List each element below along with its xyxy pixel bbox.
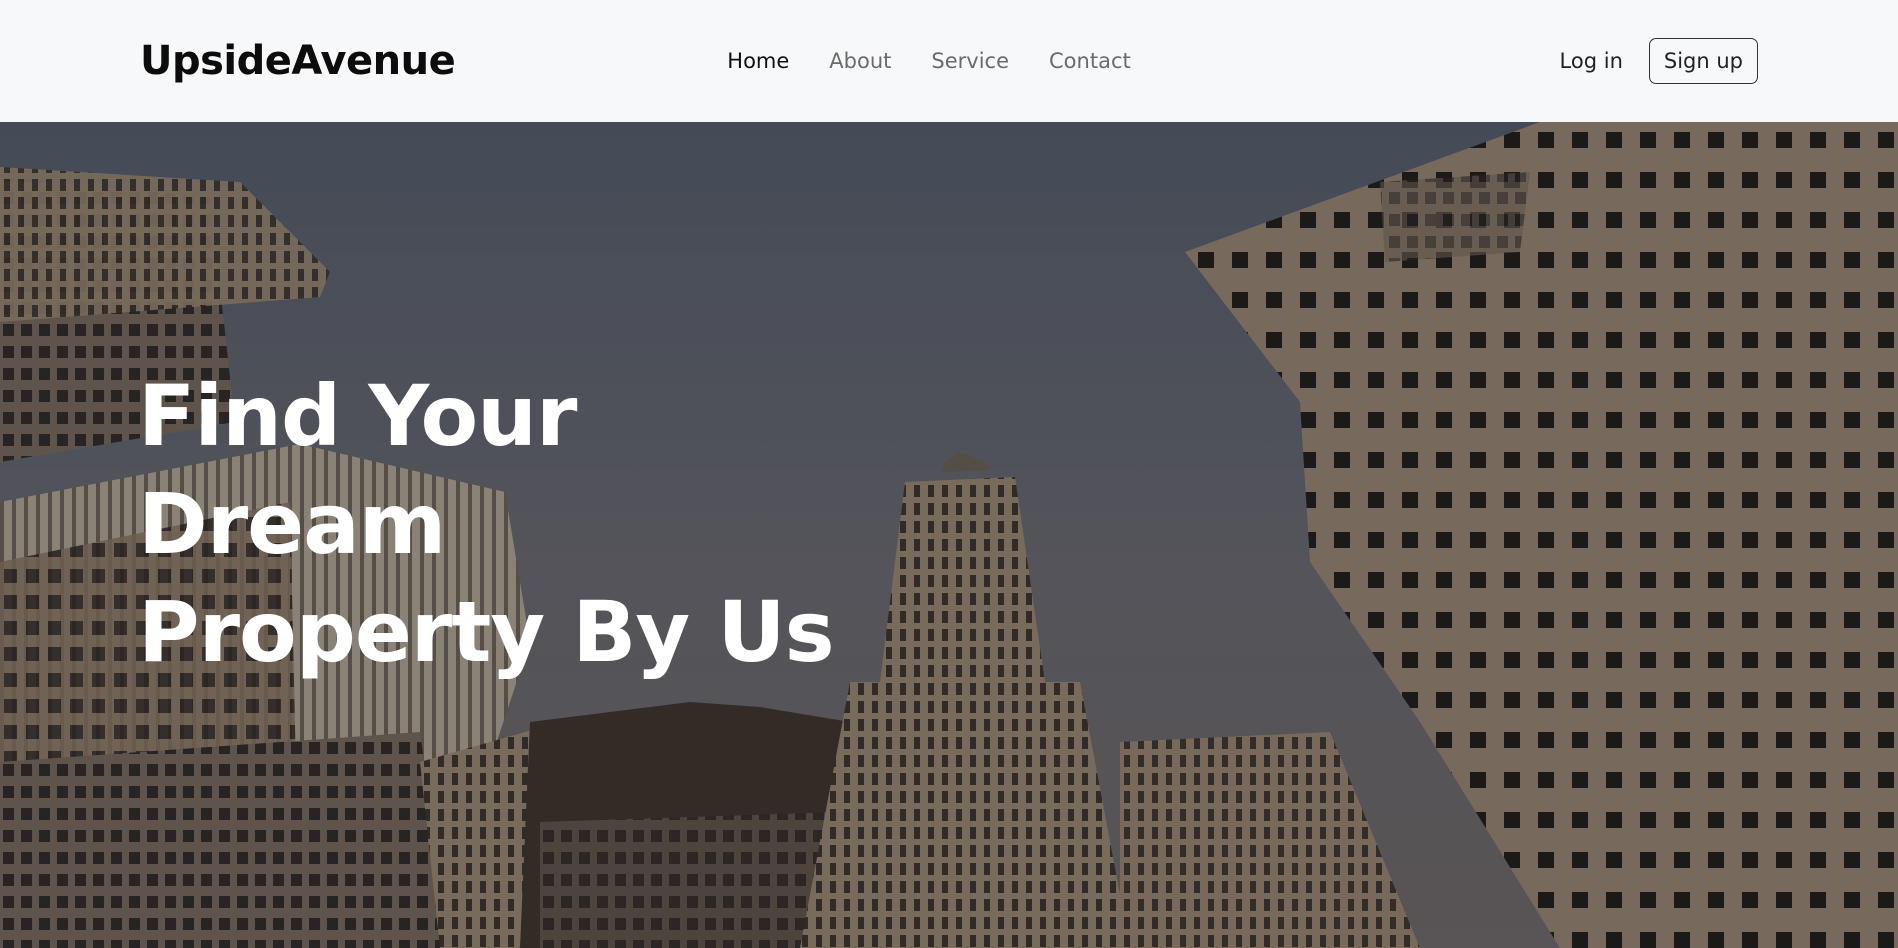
- signup-button[interactable]: Sign up: [1648, 38, 1758, 84]
- hero-title-line-1: Find Your Dream: [138, 367, 577, 573]
- nav-link-home[interactable]: Home: [727, 49, 789, 73]
- main-nav: Home About Service Contact: [727, 49, 1130, 73]
- login-link[interactable]: Log in: [1560, 49, 1623, 73]
- nav-link-contact[interactable]: Contact: [1049, 49, 1131, 73]
- hero-title-line-2: Property By Us: [138, 583, 835, 681]
- top-navbar: UpsideAvenue Home About Service Contact …: [0, 0, 1898, 122]
- brand-logo[interactable]: UpsideAvenue: [140, 38, 560, 84]
- auth-actions: Log in Sign up: [1338, 38, 1758, 84]
- nav-link-about[interactable]: About: [829, 49, 891, 73]
- nav-link-service[interactable]: Service: [931, 49, 1009, 73]
- hero-section: Find Your Dream Property By Us: [0, 122, 1898, 948]
- hero-title: Find Your Dream Property By Us: [138, 362, 898, 686]
